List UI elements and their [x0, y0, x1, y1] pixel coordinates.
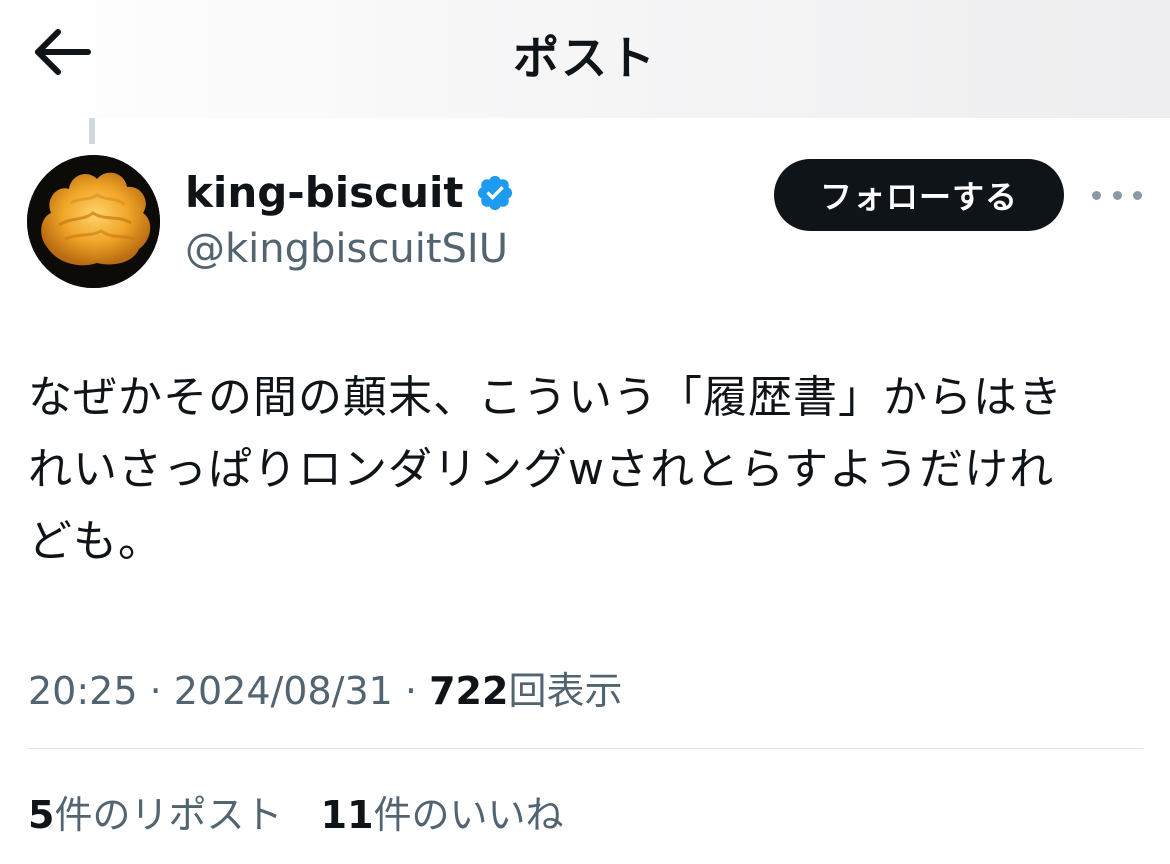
tweet-line: ども。 [28, 516, 163, 567]
page-title: ポスト [513, 31, 657, 85]
likes-label: 件のいいね [373, 793, 564, 837]
verified-badge-icon[interactable] [475, 173, 515, 213]
more-horizontal-icon[interactable] [1092, 180, 1142, 210]
thread-connector-line [89, 118, 95, 144]
divider [28, 748, 1143, 749]
top-nav-bar: ポスト [0, 0, 1170, 118]
meta-separator: · [404, 669, 418, 713]
meta-separator: · [149, 669, 162, 713]
likes-stat-link[interactable]: 11件のいいね [321, 793, 564, 837]
avatar[interactable] [27, 155, 160, 288]
reposts-count: 5 [28, 793, 55, 837]
tweet-metadata: 20:25 · 2024/08/31 · 722回表示 [28, 660, 622, 715]
tweet-date[interactable]: 2024/08/31 [174, 669, 393, 713]
display-name-text: king-biscuit [185, 168, 464, 217]
more-dot [1112, 190, 1122, 200]
tweet-line: れいさっぱりロンダリングwされとらすようだけれ [28, 444, 1055, 495]
more-dot [1133, 190, 1142, 200]
tweet-text: なぜかその間の顛末、こういう「履歴書」からはき れいさっぱりロンダリングwされと… [28, 362, 1138, 578]
more-dot [1092, 190, 1101, 200]
author-handle[interactable]: @kingbiscuitSIU [185, 226, 508, 272]
views-label: 回表示 [508, 669, 623, 713]
views-count: 722 [429, 669, 509, 713]
engagement-stats: 5件のリポスト 11件のいいね [28, 784, 564, 839]
tweet-time[interactable]: 20:25 [28, 669, 138, 713]
biscuit-avatar-image [27, 155, 160, 288]
likes-count: 11 [320, 793, 374, 837]
tweet-line: なぜかその間の顛末、こういう「履歴書」からはき [28, 372, 1063, 423]
author-display-name[interactable]: king-biscuit [185, 168, 515, 217]
reposts-label: 件のリポスト [54, 793, 283, 837]
follow-button[interactable]: フォローする [774, 159, 1064, 231]
reposts-stat-link[interactable]: 5件のリポスト [28, 793, 282, 837]
